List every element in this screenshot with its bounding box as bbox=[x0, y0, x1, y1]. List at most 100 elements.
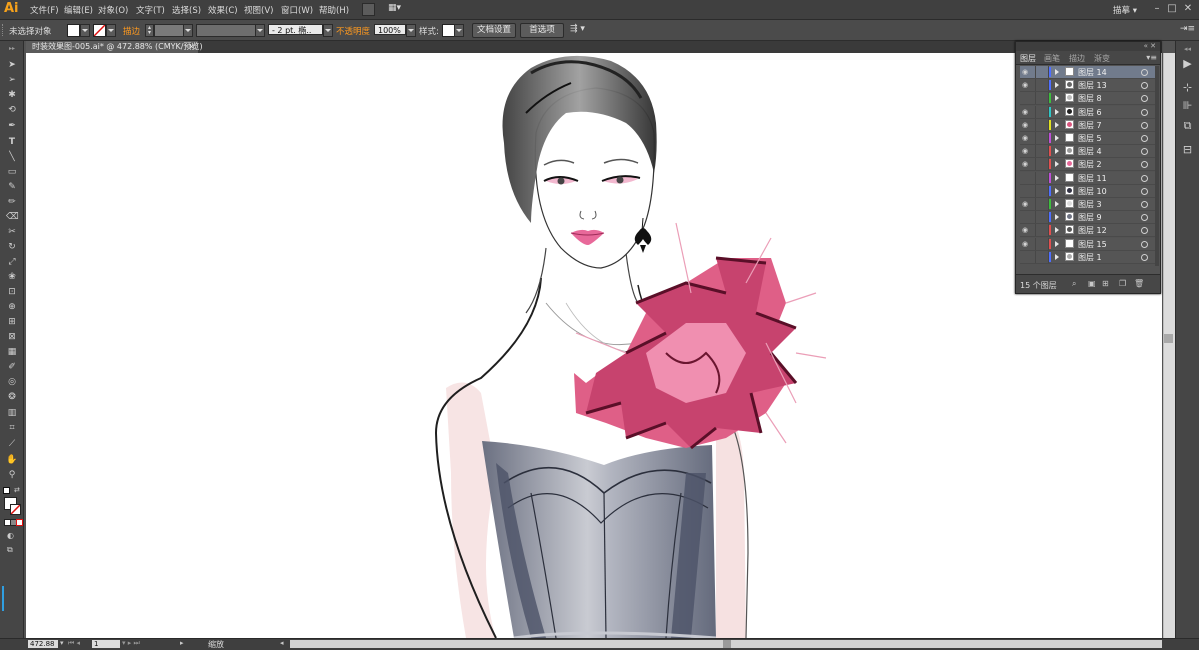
layer-row[interactable]: ◉ 图层 15 bbox=[1020, 237, 1158, 251]
layer-row[interactable]: 图层 10 bbox=[1020, 184, 1158, 198]
transform-panel-icon[interactable]: ⊹ bbox=[1181, 81, 1194, 94]
visibility-eye-icon[interactable]: ◉ bbox=[1022, 160, 1028, 168]
visibility-eye-icon[interactable]: ◉ bbox=[1022, 200, 1028, 208]
arrange-documents-icon[interactable]: ▦▾ bbox=[388, 3, 402, 14]
target-circle-icon[interactable] bbox=[1141, 108, 1148, 116]
swap-colors-icon[interactable]: ⇄ bbox=[14, 486, 20, 494]
layer-name[interactable]: 图层 14 bbox=[1078, 67, 1107, 78]
expand-arrow-icon[interactable] bbox=[1055, 95, 1059, 102]
menu-view[interactable]: 视图(V) bbox=[244, 4, 273, 16]
layer-name[interactable]: 图层 15 bbox=[1078, 239, 1107, 250]
stroke-color-box[interactable] bbox=[10, 504, 21, 515]
workspace-switcher[interactable]: 描摹 ▾ bbox=[1113, 4, 1137, 16]
free-transform-tool-icon[interactable]: ⊡ bbox=[6, 286, 18, 298]
maximize-icon[interactable]: □ bbox=[1165, 2, 1179, 15]
selection-tool-icon[interactable]: ➤ bbox=[6, 59, 18, 71]
screen-mode-icon[interactable]: ⧉ bbox=[7, 545, 13, 555]
layer-name[interactable]: 图层 12 bbox=[1078, 225, 1107, 236]
visibility-eye-icon[interactable]: ◉ bbox=[1022, 121, 1028, 129]
visibility-eye-icon[interactable]: ◉ bbox=[1022, 147, 1028, 155]
dock-collapse-icon[interactable]: ◂◂ bbox=[1181, 43, 1194, 56]
lock-toggle[interactable] bbox=[1035, 184, 1049, 197]
layer-row[interactable]: ◉ 图层 3 bbox=[1020, 198, 1158, 211]
visibility-eye-icon[interactable]: ◉ bbox=[1022, 108, 1028, 116]
layer-name[interactable]: 图层 13 bbox=[1078, 80, 1107, 91]
expand-arrow-icon[interactable] bbox=[1055, 201, 1059, 207]
variable-width-dropdown[interactable] bbox=[255, 24, 265, 37]
gradient-tool-icon[interactable]: ▦ bbox=[6, 346, 18, 358]
tab-stroke[interactable]: 描边 bbox=[1069, 53, 1085, 64]
layer-row[interactable]: 图层 9 bbox=[1020, 211, 1158, 225]
target-circle-icon[interactable] bbox=[1141, 240, 1148, 248]
layer-row[interactable]: ◉ 图层 4 bbox=[1020, 145, 1158, 159]
arrange-icon[interactable]: ⇶ ▾ bbox=[570, 24, 585, 34]
layer-row[interactable]: 图层 1 bbox=[1020, 250, 1158, 264]
direct-selection-tool-icon[interactable]: ➢ bbox=[6, 74, 18, 86]
next-artboard-icon[interactable]: ▾ ▸ ⏭ bbox=[122, 639, 140, 648]
opacity-label[interactable]: 不透明度 bbox=[336, 25, 370, 37]
menu-help[interactable]: 帮助(H) bbox=[319, 4, 349, 16]
stroke-weight-dropdown[interactable] bbox=[183, 24, 193, 37]
none-mode-icon[interactable] bbox=[16, 519, 23, 526]
new-layer-icon[interactable]: ❐ bbox=[1119, 279, 1126, 288]
first-artboard-icon[interactable]: ⏮ ◂ bbox=[68, 639, 80, 648]
artboard-number-field[interactable]: 1 bbox=[92, 640, 120, 648]
pencil-tool-icon[interactable]: ✏ bbox=[6, 196, 18, 208]
variable-width-field[interactable] bbox=[196, 24, 256, 37]
warp-tool-icon[interactable]: ❀ bbox=[6, 271, 18, 283]
vertical-scrollbar[interactable] bbox=[1163, 53, 1175, 638]
visibility-eye-icon[interactable]: ◉ bbox=[1022, 81, 1028, 89]
lock-toggle[interactable] bbox=[1035, 158, 1049, 171]
lock-toggle[interactable] bbox=[1035, 224, 1049, 237]
perspective-grid-tool-icon[interactable]: ⊞ bbox=[6, 316, 18, 328]
tab-brushes[interactable]: 画笔 bbox=[1044, 53, 1060, 64]
expand-arrow-icon[interactable] bbox=[1055, 108, 1059, 115]
menu-window[interactable]: 窗口(W) bbox=[281, 4, 313, 16]
stroke-swatch[interactable] bbox=[93, 24, 106, 37]
lock-toggle[interactable] bbox=[1035, 237, 1049, 250]
lock-toggle[interactable] bbox=[1035, 92, 1049, 105]
menu-effect[interactable]: 效果(C) bbox=[208, 4, 238, 16]
fill-dropdown[interactable] bbox=[80, 24, 90, 37]
target-circle-icon[interactable] bbox=[1141, 227, 1148, 235]
layer-name[interactable]: 图层 2 bbox=[1078, 159, 1102, 170]
rotate-tool-icon[interactable]: ↻ bbox=[6, 241, 18, 253]
menu-file[interactable]: 文件(F) bbox=[30, 4, 59, 16]
stroke-dropdown[interactable] bbox=[106, 24, 116, 37]
document-setup-button[interactable]: 文档设置 bbox=[472, 23, 516, 38]
target-circle-icon[interactable] bbox=[1141, 121, 1148, 129]
lock-toggle[interactable] bbox=[1035, 79, 1049, 92]
layer-row[interactable]: ◉ 图层 2 bbox=[1020, 158, 1158, 172]
menu-type[interactable]: 文字(T) bbox=[136, 4, 165, 16]
status-text[interactable]: 缩放 bbox=[208, 639, 224, 650]
lock-toggle[interactable] bbox=[1035, 118, 1049, 131]
delete-layer-icon[interactable]: 🗑 bbox=[1134, 279, 1144, 288]
target-circle-icon[interactable] bbox=[1141, 161, 1148, 169]
layer-name[interactable]: 图层 11 bbox=[1078, 173, 1107, 184]
symbol-sprayer-tool-icon[interactable]: ❂ bbox=[6, 391, 18, 403]
target-circle-icon[interactable] bbox=[1141, 82, 1148, 90]
default-colors-icon[interactable] bbox=[3, 487, 10, 494]
layer-row[interactable]: ◉ 图层 14 bbox=[1020, 66, 1158, 79]
close-window-icon[interactable]: ✕ bbox=[1181, 2, 1195, 15]
expand-arrow-icon[interactable] bbox=[1055, 227, 1059, 234]
document-tab[interactable]: 时装效果图-005.ai* @ 472.88% (CMYK/预览) × bbox=[26, 41, 203, 53]
artboard-canvas[interactable] bbox=[26, 53, 1162, 638]
tools-collapse-icon[interactable]: ▸▸ bbox=[6, 43, 18, 55]
expand-arrow-icon[interactable] bbox=[1055, 214, 1059, 221]
lock-toggle[interactable] bbox=[1035, 105, 1049, 118]
lock-toggle[interactable] bbox=[1035, 250, 1049, 263]
visibility-eye-icon[interactable]: ◉ bbox=[1022, 68, 1028, 76]
layer-row[interactable]: 图层 8 bbox=[1020, 92, 1158, 106]
scissors-tool-icon[interactable]: ✂ bbox=[6, 226, 18, 238]
target-circle-icon[interactable] bbox=[1141, 69, 1148, 76]
bridge-icon[interactable] bbox=[362, 3, 375, 16]
stroke-label[interactable]: 描边 bbox=[123, 25, 140, 37]
menu-select[interactable]: 选择(S) bbox=[172, 4, 201, 16]
target-circle-icon[interactable] bbox=[1141, 135, 1148, 142]
target-circle-icon[interactable] bbox=[1141, 95, 1148, 103]
expand-arrow-icon[interactable] bbox=[1055, 161, 1059, 168]
create-sublayer-icon[interactable]: ⊞ bbox=[1102, 279, 1109, 288]
expand-arrow-icon[interactable] bbox=[1055, 69, 1059, 75]
preferences-button[interactable]: 首选项 bbox=[520, 23, 564, 38]
